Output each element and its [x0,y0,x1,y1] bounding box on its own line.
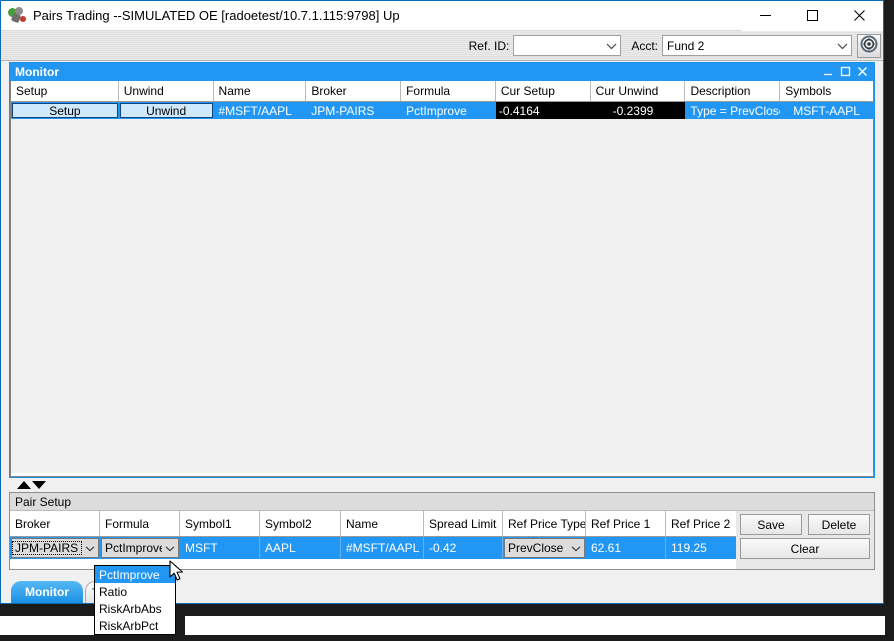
collapse-down-arrow-icon[interactable] [32,481,46,489]
window-controls [742,0,883,31]
ref-price-type-cell: PrevClose [503,537,586,559]
ref-price-type-combo[interactable]: PrevClose [504,538,585,558]
refid-label: Ref. ID: [468,38,510,53]
row-cur-setup: -0.4164 [495,102,591,119]
monitor-maximize-button[interactable] [840,66,851,79]
chevron-down-icon [834,42,851,50]
monitor-caption-bar[interactable]: Monitor [10,63,874,81]
row-unwind-cell: Unwind [119,102,214,119]
acct-value: Fund 2 [667,38,705,53]
main-window: Pairs Trading --SIMULATED OE [radoetest/… [0,0,884,635]
title-bar: Pairs Trading --SIMULATED OE [radoetest/… [1,0,883,31]
delete-button[interactable]: Delete [808,514,870,535]
save-button[interactable]: Save [740,514,802,535]
ps-column-header-ref-price-2[interactable]: Ref Price 2 [666,511,736,536]
formula-combo[interactable]: PctImprove [101,538,179,558]
symbol2-value[interactable]: AAPL [260,537,341,559]
window-title: Pairs Trading --SIMULATED OE [radoetest/… [33,8,400,23]
dropdown-option-ratio[interactable]: Ratio [95,583,175,600]
column-header-formula[interactable]: Formula [401,81,496,101]
unwind-button[interactable]: Unwind [119,103,213,118]
row-name: #MSFT/AAPL [218,103,292,118]
row-symbols: MSFT-AAPL [793,103,860,118]
ps-column-header-name[interactable]: Name [341,511,424,536]
pair-setup-buttons: Save Delete Clear [736,511,874,569]
desktop-right-edge [884,0,894,604]
monitor-close-button[interactable] [857,66,868,79]
settings-button[interactable] [857,33,881,58]
pair-setup-row[interactable]: JPM-PAIRS PctImprove MSFT AAPL #MSFT/AAP… [10,537,736,559]
ref-price-type-value: PrevClose [508,541,564,555]
acct-combo[interactable]: Fund 2 [662,35,852,56]
app-icon [7,5,29,27]
dropdown-option-riskarbabs[interactable]: RiskArbAbs [95,600,175,617]
monitor-caption-title: Monitor [15,65,59,79]
column-header-setup[interactable]: Setup [11,81,119,101]
row-cur-unwind: -0.2399 [590,102,686,119]
monitor-grid-container: Setup Unwind Name Broker Formula Cur Set… [10,81,874,477]
mdi-client-area: Monitor Setup Unwind Name Broker Formula… [1,62,883,603]
spread-limit-value[interactable]: -0.42 [424,537,503,559]
toolbar: Ref. ID: Acct: Fund 2 [1,31,883,61]
column-header-cur-unwind[interactable]: Cur Unwind [590,81,686,101]
column-header-description[interactable]: Description [685,81,781,101]
pair-setup-grid-header: Broker Formula Symbol1 Symbol2 Name Spre… [10,511,736,537]
ps-column-header-ref-price-1[interactable]: Ref Price 1 [586,511,666,536]
pair-setup-grid: Broker Formula Symbol1 Symbol2 Name Spre… [10,511,736,569]
formula-value: PctImprove [105,541,162,555]
ps-column-header-symbol2[interactable]: Symbol2 [260,511,341,536]
minimize-button[interactable] [742,0,789,31]
formula-cell: PctImprove [100,537,180,559]
refid-combo[interactable] [513,35,622,56]
table-row[interactable]: Setup Unwind #MSFT/AAPL JPM-PAIRS PctImp… [11,102,873,119]
formula-dropdown-list[interactable]: PctImprove Ratio RiskArbAbs RiskArbPct [94,565,176,635]
row-broker: JPM-PAIRS [311,103,375,118]
column-header-broker[interactable]: Broker [306,81,402,101]
row-description: Type = PrevClose [690,103,781,118]
pair-setup-caption-bar[interactable]: Pair Setup [10,493,874,511]
collapse-up-arrow-icon[interactable] [17,481,31,489]
ps-column-header-broker[interactable]: Broker [10,511,100,536]
gear-icon [860,35,878,56]
setup-button[interactable]: Setup [12,103,118,118]
dropdown-option-pctimprove[interactable]: PctImprove [95,566,175,583]
broker-value: JPM-PAIRS [12,541,82,555]
ref-price-2-value[interactable]: 119.25 [666,537,736,559]
monitor-grid: Setup Unwind Name Broker Formula Cur Set… [11,81,873,473]
ps-column-header-ref-price-type[interactable]: Ref Price Type [503,511,586,536]
pair-setup-body: Broker Formula Symbol1 Symbol2 Name Spre… [10,511,874,569]
panel-splitter[interactable] [9,478,875,492]
ps-column-header-symbol1[interactable]: Symbol1 [180,511,260,536]
pair-setup-caption-title: Pair Setup [15,494,72,509]
tab-monitor[interactable]: Monitor [11,581,83,603]
ps-column-header-spread-limit[interactable]: Spread Limit [424,511,503,536]
clear-button[interactable]: Clear [740,538,870,559]
monitor-minimize-button[interactable] [823,66,834,79]
status-main-panel [185,616,885,635]
symbol1-value[interactable]: MSFT [180,537,260,559]
row-setup-cell: Setup [11,102,119,119]
close-button[interactable] [836,0,883,31]
ref-price-1-value[interactable]: 62.61 [586,537,666,559]
chevron-down-icon [162,545,178,552]
dropdown-option-riskarbpct[interactable]: RiskArbPct [95,617,175,634]
maximize-button[interactable] [789,0,836,31]
chevron-down-icon [603,42,620,50]
column-header-name[interactable]: Name [213,81,307,101]
column-header-unwind[interactable]: Unwind [118,81,214,101]
monitor-grid-header: Setup Unwind Name Broker Formula Cur Set… [11,81,873,102]
broker-cell: JPM-PAIRS [10,537,100,559]
ps-column-header-formula[interactable]: Formula [100,511,180,536]
monitor-window: Monitor Setup Unwind Name Broker Formula… [9,62,875,478]
acct-label: Acct: [631,38,658,53]
row-formula: PctImprove [406,103,467,118]
monitor-empty-area [11,119,873,473]
chevron-down-icon [82,545,98,552]
pair-name-value[interactable]: #MSFT/AAPL [341,537,424,559]
broker-combo[interactable]: JPM-PAIRS [11,538,99,558]
pair-setup-window: Pair Setup Broker Formula Symbol1 Symbol… [9,492,875,570]
chevron-down-icon [568,545,584,552]
column-header-symbols[interactable]: Symbols [780,81,873,101]
column-header-cur-setup[interactable]: Cur Setup [495,81,591,101]
